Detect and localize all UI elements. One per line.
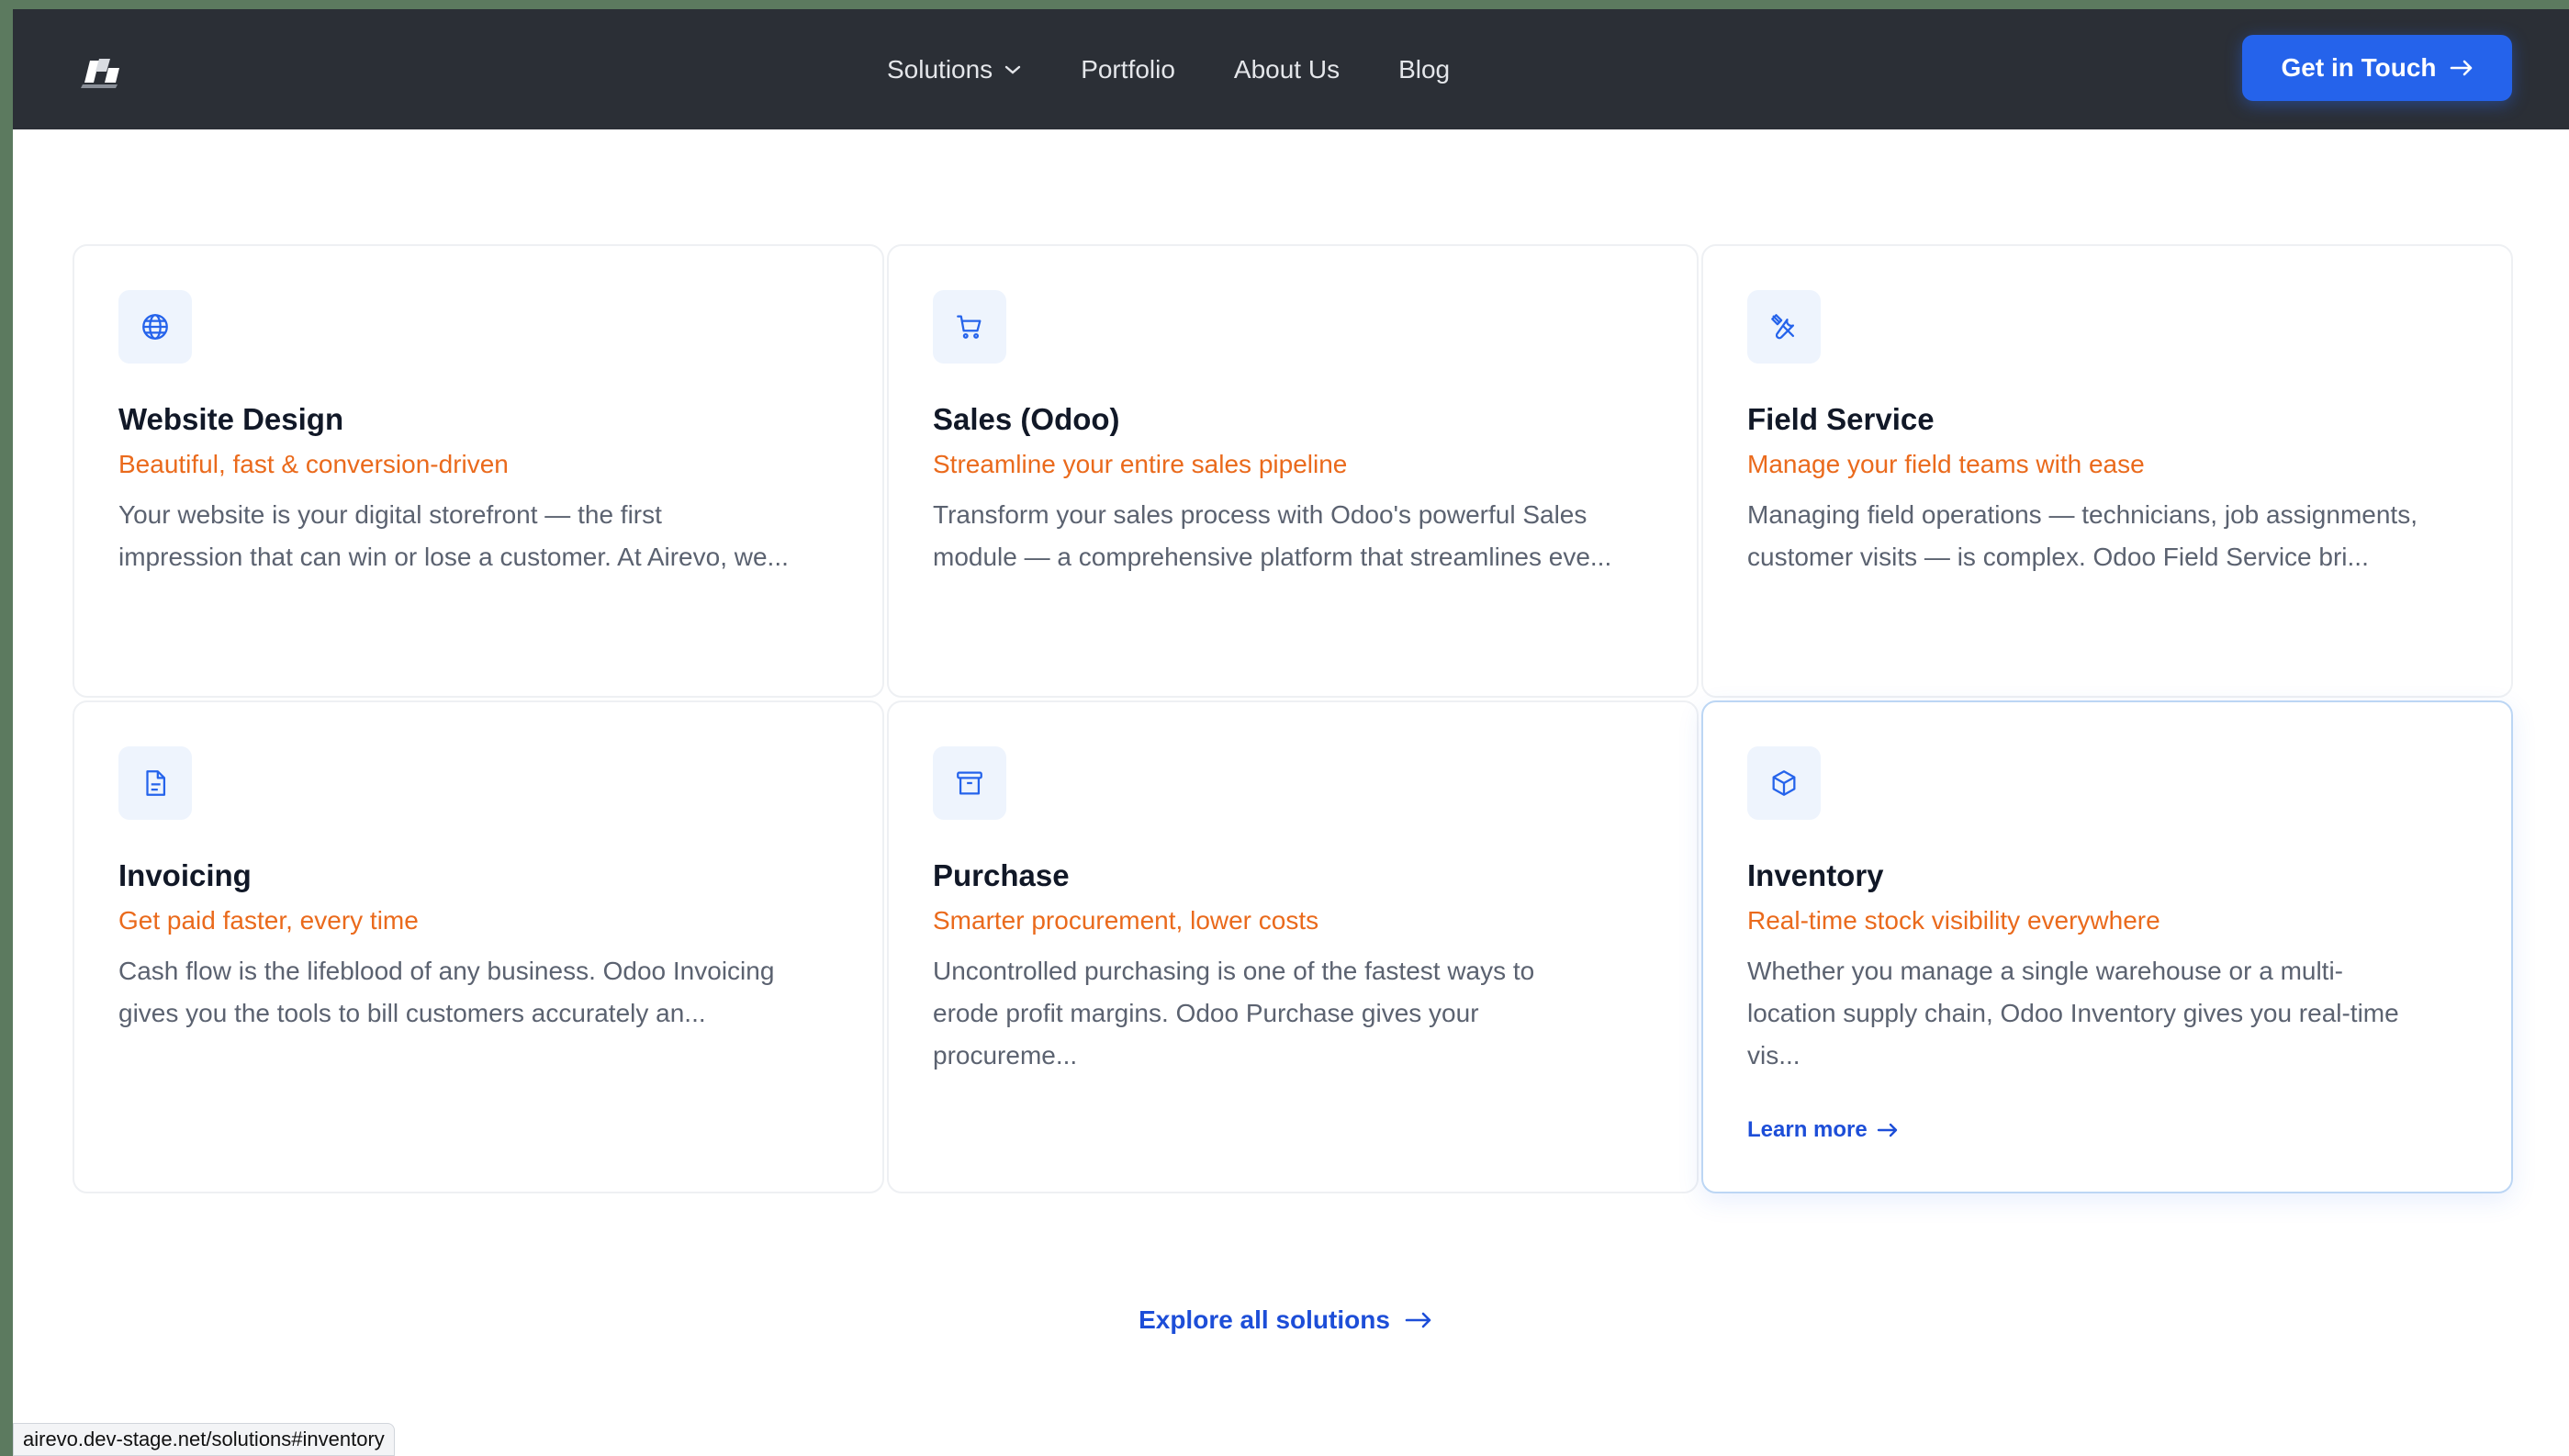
arrow-right-icon (1405, 1312, 1431, 1328)
navbar: Solutions Portfolio About Us Blog Get in… (13, 9, 2569, 129)
get-in-touch-button[interactable]: Get in Touch (2242, 35, 2512, 101)
card-title: Purchase (933, 858, 1070, 892)
card-subtitle: Beautiful, fast & conversion-driven (118, 450, 509, 478)
card-description: Managing field operations — technicians,… (1747, 500, 2418, 571)
card-title: Inventory (1747, 858, 1884, 892)
card-field-service[interactable]: Field Service Manage your field teams wi… (1701, 244, 2513, 698)
card-subtitle: Real-time stock visibility everywhere (1747, 906, 2160, 935)
card-description: Uncontrolled purchasing is one of the fa… (933, 957, 1535, 1070)
box-icon (1747, 746, 1821, 820)
card-invoicing[interactable]: Invoicing Get paid faster, every time Ca… (73, 700, 884, 1193)
card-subtitle: Get paid faster, every time (118, 906, 419, 935)
explore-all-label: Explore all solutions (1139, 1305, 1390, 1334)
nav-solutions-label: Solutions (887, 55, 993, 84)
card-subtitle: Manage your field teams with ease (1747, 450, 2145, 478)
nav-blog[interactable]: Blog (1398, 55, 1450, 84)
card-description: Cash flow is the lifeblood of any busine… (118, 957, 775, 1027)
cart-icon (933, 290, 1006, 364)
card-subtitle: Streamline your entire sales pipeline (933, 450, 1348, 478)
archive-icon (933, 746, 1006, 820)
arrow-right-icon (1877, 1123, 1897, 1137)
learn-more-link[interactable]: Learn more (1747, 1117, 1899, 1143)
card-description: Whether you manage a single warehouse or… (1747, 957, 2399, 1070)
tools-icon (1747, 290, 1821, 364)
arrow-right-icon (2450, 60, 2472, 76)
globe-icon (118, 290, 192, 364)
card-description: Your website is your digital storefront … (118, 500, 789, 571)
card-description: Transform your sales process with Odoo's… (933, 500, 1612, 571)
explore-all-link[interactable]: Explore all solutions (13, 1305, 2569, 1335)
card-subtitle: Smarter procurement, lower costs (933, 906, 1319, 935)
card-title: Invoicing (118, 858, 252, 892)
card-sales[interactable]: Sales (Odoo) Streamline your entire sale… (887, 244, 1699, 698)
learn-more-label: Learn more (1747, 1117, 1868, 1142)
status-bar-url: airevo.dev-stage.net/solutions#inventory (13, 1423, 395, 1456)
logo-icon[interactable] (79, 51, 125, 90)
card-title: Field Service (1747, 402, 1935, 436)
solutions-grid: Website Design Beautiful, fast & convers… (73, 244, 2513, 1193)
nav-solutions[interactable]: Solutions (887, 55, 1022, 84)
nav-links: Solutions Portfolio About Us Blog (887, 51, 1509, 88)
card-inventory[interactable]: Inventory Real-time stock visibility eve… (1701, 700, 2513, 1193)
get-in-touch-label: Get in Touch (2281, 53, 2437, 82)
page: Solutions Portfolio About Us Blog Get in… (13, 9, 2569, 1456)
nav-about-us[interactable]: About Us (1234, 55, 1340, 84)
card-title: Website Design (118, 402, 344, 436)
document-icon (118, 746, 192, 820)
card-title: Sales (Odoo) (933, 402, 1120, 436)
card-website-design[interactable]: Website Design Beautiful, fast & convers… (73, 244, 884, 698)
nav-portfolio[interactable]: Portfolio (1081, 55, 1175, 84)
chevron-down-icon (1004, 65, 1021, 74)
card-purchase[interactable]: Purchase Smarter procurement, lower cost… (887, 700, 1699, 1193)
